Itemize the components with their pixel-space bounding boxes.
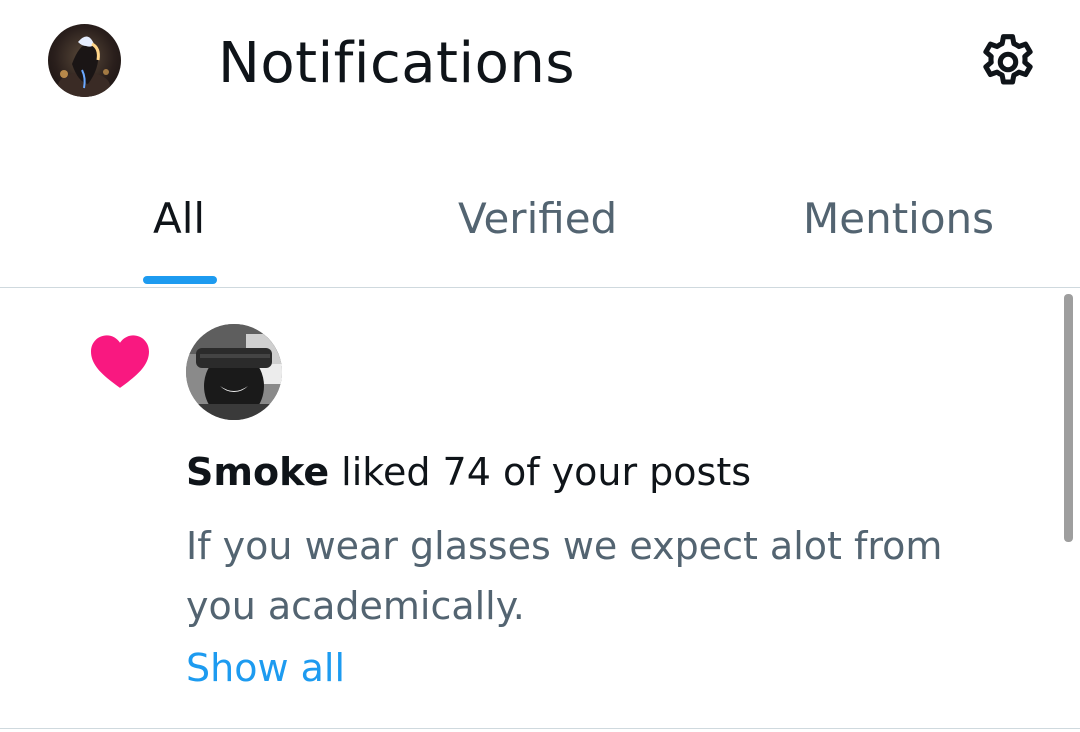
heart-icon (91, 335, 149, 388)
notification-item[interactable]: Smoke liked 74 of your posts If you wear… (0, 288, 1080, 728)
show-all-link[interactable]: Show all (186, 638, 345, 698)
gear-icon (983, 34, 1033, 85)
notification-divider (0, 728, 1080, 729)
avatar-figure-icon (58, 36, 110, 97)
settings-button[interactable] (974, 28, 1042, 96)
tab-verified[interactable]: Verified (458, 180, 617, 288)
notification-text: Smoke liked 74 of your posts (186, 442, 1046, 502)
user-name[interactable]: Smoke (186, 450, 329, 494)
header: Notifications (0, 0, 1080, 130)
page-title: Notifications (218, 31, 575, 96)
post-snippet: If you wear glasses we expect alot from … (186, 524, 943, 628)
tab-mentions[interactable]: Mentions (803, 180, 994, 288)
user-avatar[interactable] (186, 324, 282, 420)
notifications-screen: Notifications All Verified Mentions Smok… (0, 0, 1080, 732)
active-tab-indicator (143, 276, 217, 284)
tab-all[interactable]: All (153, 180, 205, 288)
profile-avatar[interactable] (48, 24, 121, 97)
scrollbar[interactable] (1064, 294, 1073, 542)
tab-bar: All Verified Mentions (0, 180, 1080, 288)
notification-action: liked 74 of your posts (329, 450, 752, 494)
avatar-face-icon (186, 324, 282, 420)
